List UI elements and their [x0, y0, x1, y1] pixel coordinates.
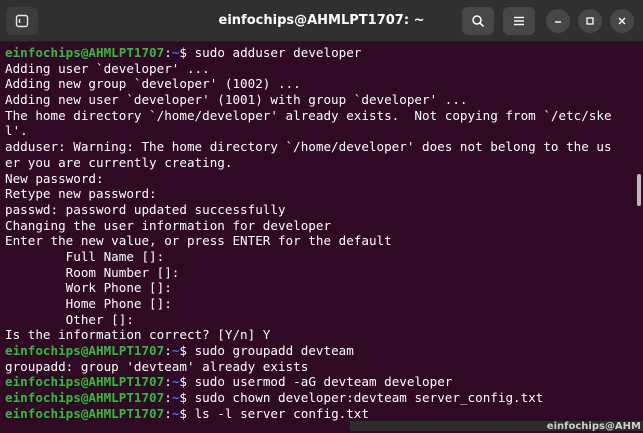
prompt-user-host: einfochips@AHMLPT1707 [5, 45, 165, 60]
prompt-command: $ ls -l server config.txt [179, 405, 369, 421]
title-bar: einfochips@AHMLPT1707: ~ [0, 0, 643, 42]
background-window: einfochips@AHM [350, 421, 643, 432]
terminal-output-line: Adding user `developer' ... [5, 60, 210, 76]
scrollbar-thumb[interactable] [637, 174, 641, 206]
prompt-separator: : [164, 405, 172, 421]
prompt-user-host: einfochips@AHMLPT1707 [5, 405, 165, 421]
scrollbar[interactable] [635, 42, 643, 431]
maximize-button[interactable] [578, 9, 602, 33]
prompt-command: $ sudo adduser developer [179, 45, 362, 60]
search-button[interactable] [462, 7, 494, 35]
prompt-command: $ sudo usermod -aG devteam developer [179, 374, 453, 390]
prompt-separator: : [164, 374, 172, 390]
prompt-user-host: einfochips@AHMLPT1707 [5, 343, 165, 359]
terminal-prompt-line: einfochips@AHMLPT1707:~$ sudo adduser de… [5, 45, 633, 61]
background-window-title: einfochips@AHM [546, 421, 641, 432]
terminal-output-line: Room Number []: [5, 264, 180, 280]
terminal-output-line: Enter the new value, or press ENTER for … [5, 233, 392, 249]
menu-button[interactable] [503, 7, 535, 35]
terminal-output-line: Other []: [5, 311, 134, 327]
prompt-user-host: einfochips@AHMLPT1707 [5, 390, 165, 406]
terminal-output-line: passwd: password updated successfully [5, 201, 286, 217]
close-icon [617, 16, 627, 26]
terminal-output-line: er you are currently creating. [5, 154, 233, 170]
terminal-prompt-line: einfochips@AHMLPT1707:~$ sudo usermod -a… [5, 374, 633, 390]
terminal-output-line: Is the information correct? [Y/n] Y [5, 327, 271, 343]
terminal-output-line: adduser: Warning: The home directory `/h… [5, 139, 612, 155]
prompt-command: $ sudo groupadd devteam [179, 343, 354, 359]
terminal-output-line: Adding new user `developer' (1001) with … [5, 92, 468, 108]
prompt-separator: : [164, 390, 172, 406]
prompt-command: $ sudo chown developer:devteam server_co… [179, 390, 544, 406]
prompt-separator: : [164, 45, 172, 60]
terminal-output-line: Retype new password: [5, 186, 157, 202]
search-icon [471, 14, 485, 28]
terminal-output-line: l'. [5, 123, 28, 139]
hamburger-menu-icon [513, 16, 525, 26]
terminal-prompt-line: einfochips@AHMLPT1707:~$ sudo groupadd d… [5, 343, 633, 359]
terminal-prompt-line: einfochips@AHMLPT1707:~$ ls -l server co… [5, 406, 633, 422]
terminal-prompt-line: einfochips@AHMLPT1707:~$ sudo chown deve… [5, 390, 633, 406]
prompt-separator: : [164, 343, 172, 359]
terminal-output-line: Work Phone []: [5, 280, 172, 296]
terminal-output-line: groupadd: group 'devteam' already exists [5, 358, 309, 374]
close-button[interactable] [610, 9, 634, 33]
terminal-output: einfochips@AHMLPT1707:~$ sudo adduser de… [5, 45, 633, 422]
terminal-output-line: Full Name []: [5, 248, 165, 264]
terminal-output-line: Home Phone []: [5, 296, 172, 311]
maximize-icon [585, 16, 595, 26]
terminal-output-line: New password: [5, 170, 104, 186]
prompt-user-host: einfochips@AHMLPT1707 [5, 374, 165, 390]
minimize-button[interactable] [546, 9, 570, 33]
terminal-output-line: Changing the user information for develo… [5, 217, 332, 233]
terminal-area[interactable]: einfochips@AHMLPT1707:~$ sudo adduser de… [0, 42, 643, 431]
terminal-output-line: Adding new group `developer' (1002) ... [5, 76, 301, 92]
minimize-icon [553, 16, 563, 26]
terminal-output-line: The home directory `/home/developer' alr… [5, 107, 612, 123]
